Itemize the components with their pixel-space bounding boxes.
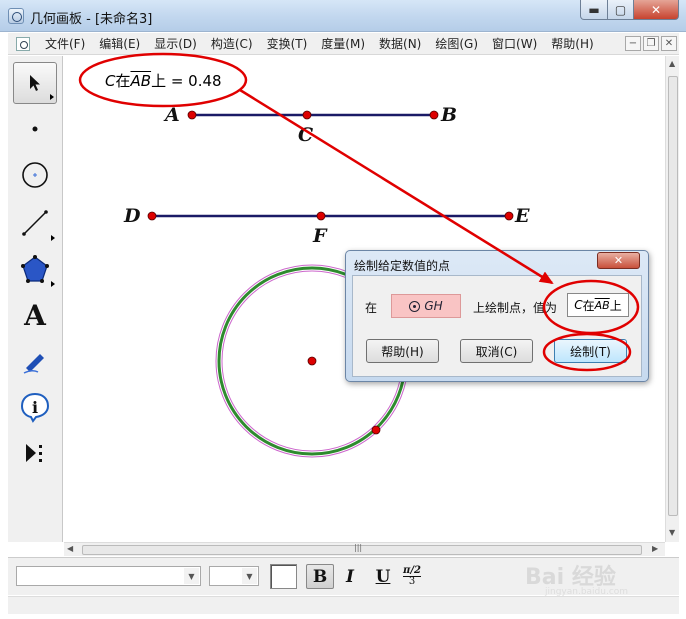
- measure-segment-name: AB: [130, 72, 152, 90]
- point-a[interactable]: [187, 110, 197, 120]
- watermark: Bai 经验 jingyan.baidu.com: [525, 557, 675, 601]
- math-format-button[interactable]: π/2 3: [398, 564, 426, 589]
- label-f[interactable]: F: [313, 225, 327, 247]
- dialog-close-button[interactable]: ✕: [597, 252, 640, 269]
- measurement-label[interactable]: C在AB上 = 0.48: [105, 70, 222, 91]
- chevron-down-icon[interactable]: ▼: [242, 568, 257, 584]
- value-in-word: 在: [582, 298, 595, 313]
- point-c[interactable]: [302, 110, 312, 120]
- point-e[interactable]: [504, 211, 514, 221]
- plot-value-point-dialog: 绘制给定数值的点 ✕ 在 GH 上绘制点，值为 C 在 AB 上 帮助(H) 取消(C…: [345, 250, 649, 382]
- circle-center-point[interactable]: [307, 356, 317, 366]
- horizontal-scrollbar[interactable]: ◀ ||| ▶: [64, 542, 665, 556]
- help-button[interactable]: 帮助(H): [366, 339, 439, 363]
- measure-point-name: C: [105, 72, 116, 90]
- label-b[interactable]: B: [441, 104, 457, 126]
- measure-on-word: 上: [151, 72, 167, 90]
- measure-in-word: 在: [115, 72, 131, 90]
- point-on-circle[interactable]: [371, 425, 381, 435]
- target-object-name: GH: [424, 299, 443, 313]
- value-on-word: 上: [609, 298, 622, 313]
- bold-button[interactable]: B: [306, 564, 334, 589]
- dialog-title: 绘制给定数值的点: [354, 259, 451, 273]
- draw-button[interactable]: 绘制(T): [554, 339, 627, 363]
- label-e[interactable]: E: [515, 205, 529, 227]
- value-segment-name: AB: [594, 298, 610, 312]
- value-field[interactable]: C 在 AB 上: [567, 293, 629, 317]
- scroll-up-icon[interactable]: ▲: [669, 59, 675, 68]
- point-d[interactable]: [147, 211, 157, 221]
- watermark-subtext: jingyan.baidu.com: [545, 587, 629, 597]
- vertical-scroll-thumb[interactable]: [668, 76, 678, 516]
- italic-button[interactable]: I: [336, 564, 364, 589]
- label-d[interactable]: D: [124, 205, 140, 227]
- measure-value: = 0.48: [166, 72, 222, 90]
- point-b[interactable]: [429, 110, 439, 120]
- label-a[interactable]: A: [165, 104, 180, 126]
- underline-button[interactable]: U: [369, 564, 397, 589]
- font-family-select[interactable]: ▼: [16, 566, 201, 586]
- math-denominator: 3: [408, 576, 416, 587]
- text-color-swatch[interactable]: [270, 564, 297, 589]
- vertical-scrollbar[interactable]: ▲ ▼: [665, 56, 679, 542]
- scroll-right-icon[interactable]: ▶: [652, 544, 658, 553]
- target-object-field[interactable]: GH: [391, 294, 461, 318]
- circle-object-icon: [409, 300, 421, 312]
- scroll-left-icon[interactable]: ◀: [67, 544, 73, 553]
- font-size-select[interactable]: ▼: [209, 566, 259, 586]
- scroll-down-icon[interactable]: ▼: [669, 528, 675, 537]
- draw-point-label: 上绘制点，值为: [473, 301, 558, 315]
- scroll-grip-icon: |||: [354, 543, 363, 552]
- chevron-down-icon[interactable]: ▼: [184, 568, 199, 584]
- point-f[interactable]: [316, 211, 326, 221]
- dialog-body: 在 GH 上绘制点，值为 C 在 AB 上 帮助(H) 取消(C) 绘制(T): [352, 275, 642, 377]
- cancel-button[interactable]: 取消(C): [460, 339, 533, 363]
- label-c[interactable]: C: [298, 124, 313, 146]
- on-label: 在: [365, 301, 378, 315]
- value-point-name: C: [574, 298, 583, 312]
